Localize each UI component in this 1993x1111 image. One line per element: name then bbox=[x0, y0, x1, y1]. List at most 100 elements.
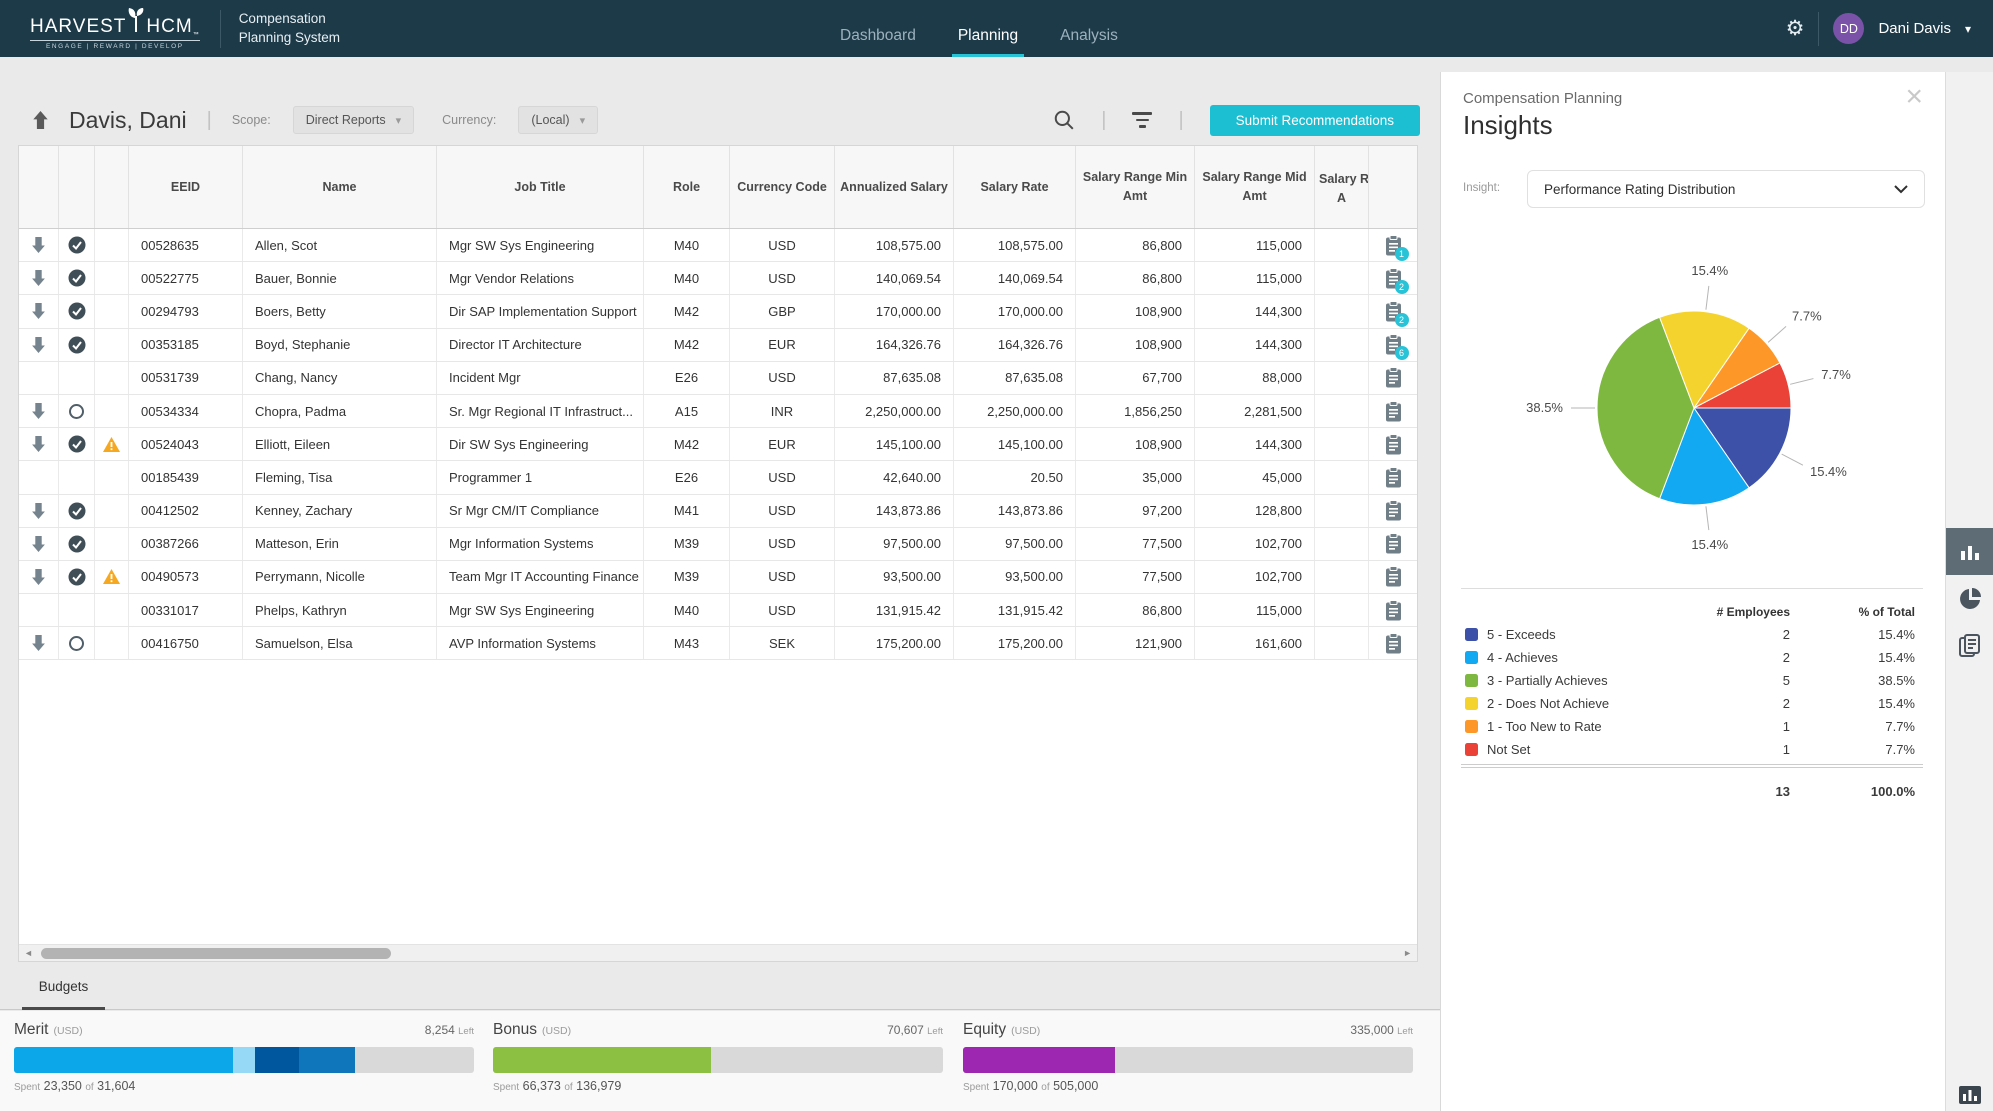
tab-dashboard[interactable]: Dashboard bbox=[840, 0, 916, 57]
tab-budgets[interactable]: Budgets bbox=[22, 968, 105, 1010]
notes-button[interactable] bbox=[1385, 434, 1402, 455]
budget-progress-bar[interactable] bbox=[493, 1047, 943, 1073]
notes-button[interactable] bbox=[1385, 401, 1402, 422]
role-cell: M40 bbox=[644, 262, 730, 294]
table-row[interactable]: 00185439Fleming, TisaProgrammer 1E26USD4… bbox=[19, 461, 1417, 494]
col-salary-range-min[interactable]: Salary Range Min Amt bbox=[1076, 146, 1195, 228]
table-row[interactable]: 00528635Allen, ScotMgr SW Sys Engineerin… bbox=[19, 229, 1417, 262]
status-complete-icon[interactable] bbox=[68, 336, 86, 354]
arrow-down-icon[interactable] bbox=[31, 503, 46, 519]
budget-progress-bar[interactable] bbox=[14, 1047, 474, 1073]
user-avatar[interactable]: DD bbox=[1833, 13, 1864, 44]
arrow-down-icon[interactable] bbox=[31, 403, 46, 419]
legend-row[interactable]: 4 - Achieves215.4% bbox=[1465, 646, 1915, 669]
col-role[interactable]: Role bbox=[644, 146, 730, 228]
col-name[interactable]: Name bbox=[243, 146, 437, 228]
notes-button[interactable] bbox=[1385, 500, 1402, 521]
scroll-right-icon[interactable]: ► bbox=[1403, 948, 1412, 958]
status-open-icon[interactable] bbox=[69, 404, 84, 419]
table-row[interactable]: 00294793Boers, BettyDir SAP Implementati… bbox=[19, 295, 1417, 328]
currency-dropdown[interactable]: (Local)▾ bbox=[518, 106, 598, 134]
notes-button[interactable] bbox=[1385, 600, 1402, 621]
status-complete-icon[interactable] bbox=[68, 302, 86, 320]
arrow-down-icon[interactable] bbox=[31, 436, 46, 452]
tab-analysis[interactable]: Analysis bbox=[1060, 0, 1118, 57]
scrollbar-thumb[interactable] bbox=[41, 948, 391, 959]
navigate-up-icon[interactable] bbox=[32, 111, 49, 129]
budget-progress-bar[interactable] bbox=[963, 1047, 1413, 1073]
legend-row[interactable]: Not Set17.7% bbox=[1465, 738, 1915, 761]
status-complete-icon[interactable] bbox=[68, 568, 86, 586]
rail-reports-icon[interactable] bbox=[1946, 622, 1993, 669]
notes-button[interactable] bbox=[1385, 367, 1402, 388]
status-open-icon[interactable] bbox=[69, 636, 84, 651]
arrow-down-icon[interactable] bbox=[31, 337, 46, 353]
col-annualized-salary[interactable]: Annualized Salary bbox=[835, 146, 954, 228]
col-job-title[interactable]: Job Title bbox=[437, 146, 644, 228]
legend-row[interactable]: 2 - Does Not Achieve215.4% bbox=[1465, 692, 1915, 715]
arrow-down-icon[interactable] bbox=[31, 237, 46, 253]
warning-cell bbox=[95, 428, 129, 460]
range-max-cell bbox=[1315, 329, 1369, 361]
scroll-left-icon[interactable]: ◄ bbox=[24, 948, 33, 958]
arrow-down-icon[interactable] bbox=[31, 635, 46, 651]
col-currency-code[interactable]: Currency Code bbox=[730, 146, 835, 228]
range-min-cell: 35,000 bbox=[1076, 461, 1195, 493]
settings-gear-icon[interactable]: ⚙ bbox=[1786, 16, 1805, 41]
status-complete-icon[interactable] bbox=[68, 435, 86, 453]
notes-button[interactable] bbox=[1385, 467, 1402, 488]
rail-pie-chart-icon[interactable] bbox=[1946, 575, 1993, 622]
pie-label-leader-line bbox=[1706, 286, 1709, 310]
table-row[interactable]: 00412502Kenney, ZacharySr Mgr CM/IT Comp… bbox=[19, 495, 1417, 528]
legend-row[interactable]: 3 - Partially Achieves538.5% bbox=[1465, 669, 1915, 692]
table-row[interactable]: 00353185Boyd, StephanieDirector IT Archi… bbox=[19, 329, 1417, 362]
submit-recommendations-button[interactable]: Submit Recommendations bbox=[1210, 105, 1420, 136]
notes-clipboard-icon bbox=[1385, 367, 1402, 388]
tab-planning[interactable]: Planning bbox=[958, 0, 1018, 57]
table-row[interactable]: 00534334Chopra, PadmaSr. Mgr Regional IT… bbox=[19, 395, 1417, 428]
col-salary-range-mid[interactable]: Salary Range Mid Amt bbox=[1195, 146, 1315, 228]
filter-icon[interactable] bbox=[1132, 112, 1152, 128]
arrow-cell bbox=[19, 627, 59, 659]
table-row[interactable]: 00524043Elliott, EileenDir SW Sys Engine… bbox=[19, 428, 1417, 461]
status-complete-icon[interactable] bbox=[68, 502, 86, 520]
col-eeid[interactable]: EEID bbox=[129, 146, 243, 228]
status-complete-icon[interactable] bbox=[68, 535, 86, 553]
table-row[interactable]: 00331017Phelps, KathrynMgr SW Sys Engine… bbox=[19, 594, 1417, 627]
arrow-down-icon[interactable] bbox=[31, 303, 46, 319]
arrow-down-icon[interactable] bbox=[31, 569, 46, 585]
horizontal-scrollbar[interactable]: ◄ ► bbox=[19, 944, 1417, 961]
notes-cell: 2 bbox=[1369, 262, 1417, 294]
scope-dropdown[interactable]: Direct Reports▾ bbox=[293, 106, 414, 134]
col-salary-range-max-clipped[interactable]: Salary R A bbox=[1315, 146, 1369, 228]
rail-bar-chart-icon[interactable] bbox=[1946, 528, 1993, 575]
table-row[interactable]: 00490573Perrymann, NicolleTeam Mgr IT Ac… bbox=[19, 561, 1417, 594]
close-icon[interactable]: × bbox=[1905, 80, 1923, 114]
search-icon[interactable] bbox=[1053, 109, 1075, 131]
table-row[interactable]: 00522775Bauer, BonnieMgr Vendor Relation… bbox=[19, 262, 1417, 295]
legend-row[interactable]: 5 - Exceeds215.4% bbox=[1465, 623, 1915, 646]
notes-button[interactable]: 1 bbox=[1385, 235, 1402, 256]
notes-button[interactable] bbox=[1385, 566, 1402, 587]
notes-button[interactable]: 2 bbox=[1385, 268, 1402, 289]
insight-select[interactable]: Performance Rating Distribution bbox=[1527, 170, 1925, 208]
arrow-down-icon[interactable] bbox=[31, 536, 46, 552]
arrow-down-icon[interactable] bbox=[31, 270, 46, 286]
rail-chart-board-icon[interactable] bbox=[1946, 1072, 1993, 1111]
status-complete-icon[interactable] bbox=[68, 269, 86, 287]
performance-rating-pie-chart[interactable]: 15.4%15.4%38.5%15.4%7.7%7.7% bbox=[1469, 262, 1921, 558]
col-salary-rate[interactable]: Salary Rate bbox=[954, 146, 1076, 228]
table-row[interactable]: 00387266Matteson, ErinMgr Information Sy… bbox=[19, 528, 1417, 561]
notes-button[interactable]: 6 bbox=[1385, 334, 1402, 355]
notes-button[interactable]: 2 bbox=[1385, 301, 1402, 322]
notes-button[interactable] bbox=[1385, 533, 1402, 554]
user-menu-chevron-down-icon[interactable]: ▾ bbox=[1965, 22, 1971, 36]
role-cell: M40 bbox=[644, 594, 730, 626]
table-row[interactable]: 00531739Chang, NancyIncident MgrE26USD87… bbox=[19, 362, 1417, 395]
table-row[interactable]: 00416750Samuelson, ElsaAVP Information S… bbox=[19, 627, 1417, 660]
legend-row[interactable]: 1 - Too New to Rate17.7% bbox=[1465, 715, 1915, 738]
role-cell: M39 bbox=[644, 528, 730, 560]
notes-button[interactable] bbox=[1385, 633, 1402, 654]
arrow-cell bbox=[19, 329, 59, 361]
status-complete-icon[interactable] bbox=[68, 236, 86, 254]
